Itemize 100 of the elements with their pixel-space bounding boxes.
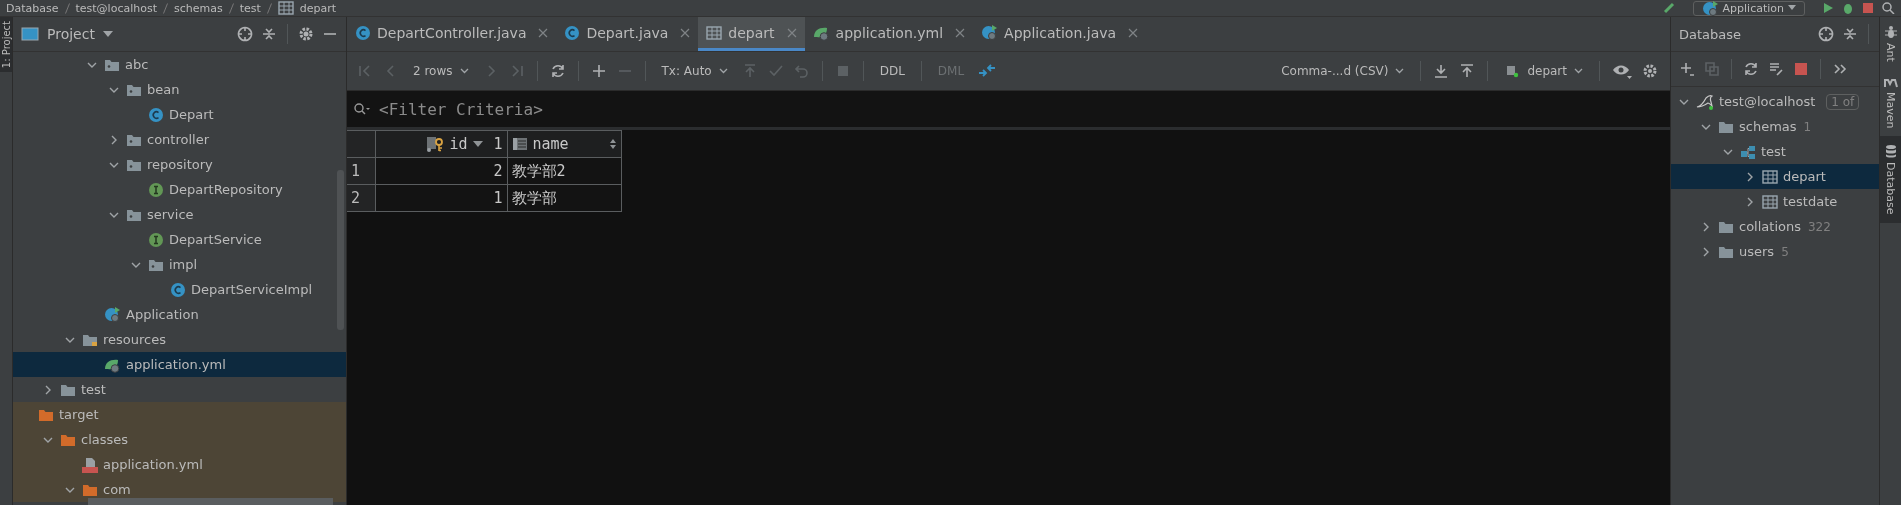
- folder-icon: [1718, 219, 1734, 234]
- class-icon: [170, 281, 186, 298]
- plug-icon: [1504, 64, 1521, 78]
- window-icon: [21, 27, 39, 41]
- tree-item[interactable]: DepartRepository: [13, 177, 346, 202]
- table-cell[interactable]: 教学部: [507, 184, 621, 212]
- upload-icon[interactable]: [1459, 63, 1476, 79]
- add-row-icon[interactable]: [590, 63, 607, 79]
- tree-item[interactable]: test: [13, 377, 346, 402]
- run-icon[interactable]: [1821, 2, 1835, 14]
- tree-item[interactable]: target: [13, 402, 346, 427]
- view-selector[interactable]: Project: [47, 26, 113, 42]
- refresh-icon[interactable]: [549, 63, 566, 79]
- breadcrumb[interactable]: test: [239, 1, 261, 15]
- download-icon[interactable]: [1433, 63, 1450, 79]
- filter-field[interactable]: <Filter Criteria>: [377, 98, 1664, 120]
- schema-icon: [1740, 143, 1756, 160]
- key-column-icon: [426, 136, 445, 152]
- tree-item[interactable]: testdate: [1671, 189, 1879, 214]
- editor-tab[interactable]: Depart.java: [556, 17, 699, 51]
- tree-item[interactable]: users 5: [1671, 239, 1879, 264]
- collapse-all-icon[interactable]: [261, 26, 277, 42]
- tree-item[interactable]: Depart: [13, 102, 346, 127]
- editor-tab[interactable]: DepartController.java: [347, 17, 557, 51]
- tool-window-tab[interactable]: 1: Project: [0, 17, 12, 73]
- add-icon[interactable]: [1679, 61, 1695, 77]
- slash-separator-icon: [64, 2, 70, 14]
- tree-item[interactable]: schemas 1: [1671, 114, 1879, 139]
- settings-icon[interactable]: [298, 26, 314, 42]
- slash-separator-icon: [266, 2, 272, 14]
- class-icon: [355, 24, 371, 41]
- table-cell[interactable]: 教学部2: [507, 157, 621, 185]
- interface-icon: [148, 181, 164, 198]
- tree-item[interactable]: DepartService: [13, 227, 346, 252]
- eye-icon[interactable]: [1612, 63, 1632, 79]
- transaction-mode-dropdown[interactable]: Tx: Auto: [657, 64, 732, 78]
- slash-separator-icon: [163, 2, 168, 14]
- scrollbar[interactable]: [88, 498, 333, 505]
- editor-tab[interactable]: depart: [698, 17, 805, 51]
- table-icon: [706, 25, 723, 40]
- close-icon[interactable]: [955, 27, 966, 38]
- close-icon[interactable]: [680, 27, 691, 38]
- item-count: 5: [1781, 244, 1789, 259]
- tree-item[interactable]: DepartServiceImpl: [13, 277, 346, 302]
- tree-item[interactable]: service: [13, 202, 346, 227]
- sort-descending-icon[interactable]: [472, 140, 485, 148]
- tree-item[interactable]: depart: [1671, 164, 1879, 189]
- class-icon: [148, 106, 164, 123]
- tree-item[interactable]: Application: [13, 302, 346, 327]
- breadcrumb[interactable]: depart: [299, 1, 337, 15]
- check-icon[interactable]: [767, 63, 784, 79]
- table-cell[interactable]: 2: [375, 157, 507, 185]
- folder-icon: [126, 207, 142, 222]
- sort-order: 1: [493, 135, 503, 153]
- collapse-all-icon[interactable]: [1842, 26, 1858, 42]
- dolphin-icon: [1696, 93, 1714, 110]
- stop-icon[interactable]: [1793, 61, 1809, 77]
- tree-item[interactable]: impl: [13, 252, 346, 277]
- breadcrumb[interactable]: Database: [6, 1, 59, 15]
- page-size-dropdown[interactable]: 2 rows: [409, 64, 473, 78]
- tree-item[interactable]: bean: [13, 77, 346, 102]
- item-count: 1: [1803, 119, 1812, 134]
- column-header[interactable]: name: [507, 130, 621, 158]
- filter-bar[interactable]: <Filter Criteria>: [347, 90, 1670, 130]
- tree-item[interactable]: resources: [13, 327, 346, 352]
- table-cell[interactable]: 1: [375, 184, 507, 212]
- run-configuration-dropdown[interactable]: Application: [1692, 0, 1805, 16]
- folder-icon: [126, 82, 142, 97]
- tree-item[interactable]: test@localhost 1 of: [1671, 89, 1879, 114]
- caret-icon: [102, 31, 113, 37]
- datasource-dropdown[interactable]: depart: [1500, 64, 1587, 78]
- search-icon[interactable]: [1881, 2, 1895, 14]
- sort-icon[interactable]: [608, 138, 617, 150]
- export-format-dropdown[interactable]: Comma-...d (CSV): [1277, 64, 1409, 78]
- tree-item[interactable]: collations 322: [1671, 214, 1879, 239]
- locate-icon[interactable]: [1818, 26, 1834, 42]
- breadcrumb[interactable]: test@localhost: [75, 1, 157, 15]
- folder-icon: [126, 157, 142, 172]
- refresh-icon[interactable]: [1743, 61, 1759, 77]
- script-button[interactable]: DDL: [875, 64, 909, 78]
- tree-item[interactable]: classes: [13, 427, 346, 452]
- tree-item[interactable]: controller: [13, 127, 346, 152]
- tool-window-tab[interactable]: Maven: [1880, 69, 1901, 137]
- chevron-down-icon: [1574, 68, 1583, 74]
- column-header[interactable]: id 1: [375, 130, 507, 158]
- tree-item[interactable]: test: [1671, 139, 1879, 164]
- tree-item[interactable]: application.yml: [13, 452, 346, 477]
- tool-window-tab[interactable]: Database: [1880, 136, 1901, 223]
- folder-icon: [1718, 244, 1734, 259]
- editor-tab[interactable]: Application.java: [973, 17, 1147, 51]
- tree-item[interactable]: repository: [13, 152, 346, 177]
- locate-icon[interactable]: [237, 26, 253, 42]
- breadcrumb[interactable]: schemas: [174, 1, 223, 15]
- close-icon[interactable]: [538, 27, 549, 38]
- close-icon[interactable]: [1128, 27, 1139, 38]
- tree-item[interactable]: application.yml: [13, 352, 346, 377]
- tree-item[interactable]: abc: [13, 52, 346, 77]
- stop-icon[interactable]: [1861, 2, 1875, 14]
- tool-window-tab[interactable]: Ant: [1880, 17, 1901, 70]
- editor-tab[interactable]: application.yml: [804, 17, 974, 51]
